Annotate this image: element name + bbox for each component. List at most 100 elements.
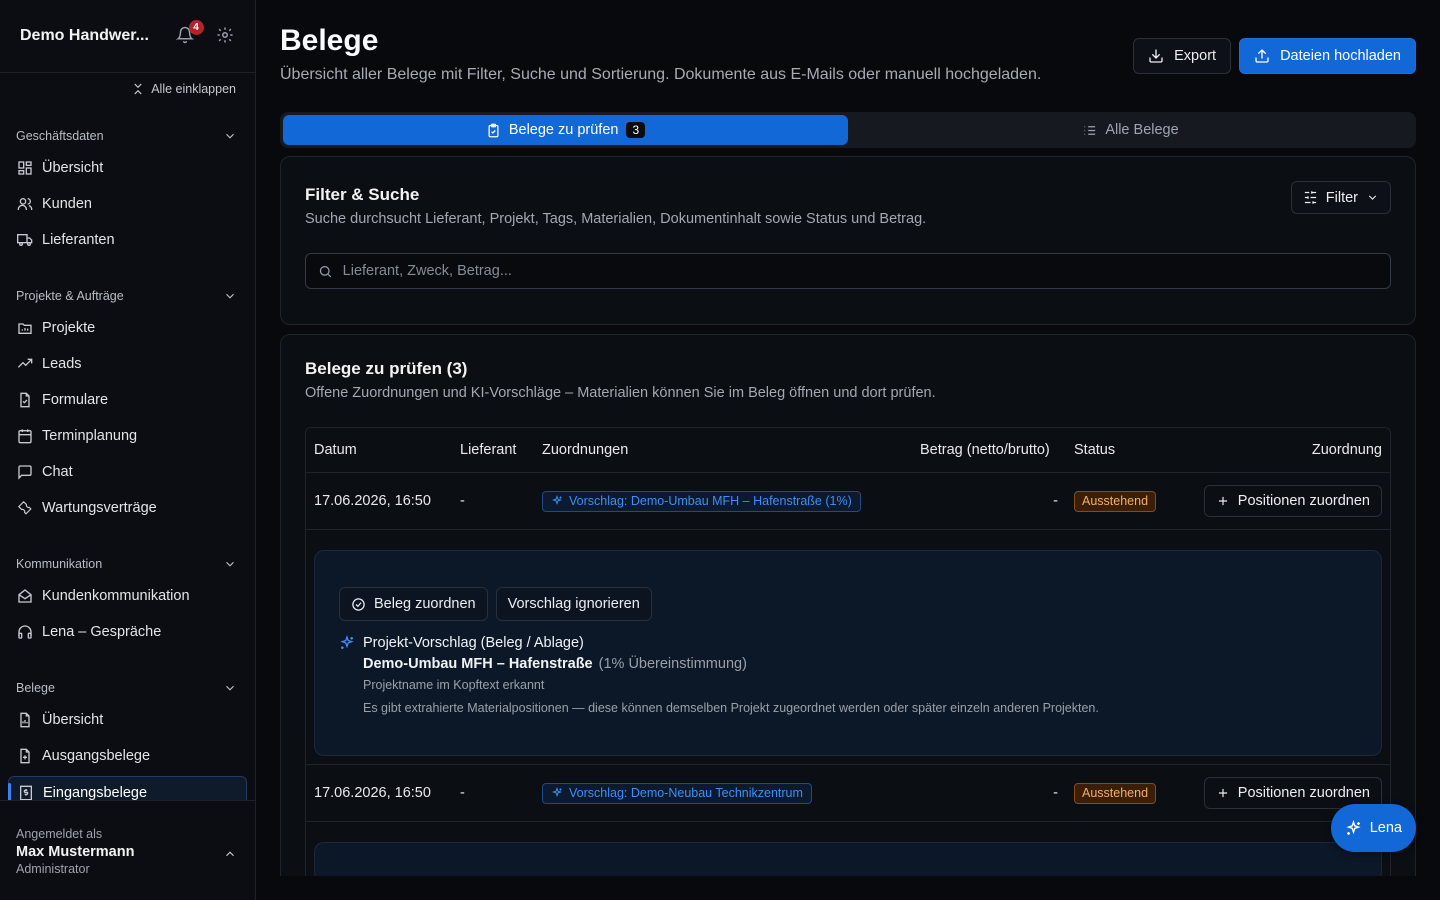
search-field[interactable] xyxy=(305,253,1391,289)
column-header-lieferant[interactable]: Lieferant xyxy=(460,428,516,472)
suggestion-panel-wrap: Beleg zuordnen Vorschlag ignorieren Proj… xyxy=(306,530,1390,765)
company-name[interactable]: Demo Handwer... xyxy=(20,27,156,45)
main-content: Belege Übersicht aller Belege mit Filter… xyxy=(256,0,1440,876)
mail-open-icon xyxy=(18,589,32,603)
row-amount: - xyxy=(1053,785,1058,801)
user-menu[interactable]: Angemeldet als Max Mustermann Administra… xyxy=(0,800,255,900)
upload-button[interactable]: Dateien hochladen xyxy=(1239,38,1416,74)
sidebar-item-projekte[interactable]: Projekte xyxy=(8,312,247,344)
assign-positions-label: Positionen zuordnen xyxy=(1237,493,1370,509)
review-table: Datum Lieferant Zuordnungen Betrag (nett… xyxy=(305,427,1391,876)
suggestion-text: Vorschlag: Demo-Umbau MFH – Hafenstraße … xyxy=(569,494,852,508)
trending-up-icon xyxy=(17,358,33,368)
suggestion-chip[interactable]: Vorschlag: Demo-Umbau MFH – Hafenstraße … xyxy=(542,490,861,512)
chevron-down-icon xyxy=(226,293,234,299)
section-projekte[interactable]: Projekte & Aufträge xyxy=(16,286,237,306)
calendar-icon xyxy=(18,429,32,444)
user-role: Administrator xyxy=(16,862,90,876)
section-belege[interactable]: Belege xyxy=(16,678,237,698)
sidebar-item-label: Eingangsbelege xyxy=(43,785,148,801)
file-plus-icon xyxy=(20,748,30,764)
users-icon xyxy=(17,198,33,210)
row-supplier: - xyxy=(460,493,465,509)
dashboard-icon xyxy=(18,161,32,175)
sidebar-item-terminplanung[interactable]: Terminplanung xyxy=(8,420,247,452)
logged-in-label: Angemeldet als xyxy=(16,827,103,841)
sidebar-header: Demo Handwer... 4 xyxy=(0,0,255,73)
suggestion-reason: Projektname im Kopftext erkannt xyxy=(363,678,545,692)
tab-belege-zu-pruefen[interactable]: Belege zu prüfen 3 xyxy=(283,115,848,145)
chevron-down-icon xyxy=(226,133,234,139)
sidebar-item-leads[interactable]: Leads xyxy=(8,348,247,380)
export-button[interactable]: Export xyxy=(1133,38,1232,74)
sidebar-item-ausgangsbelege[interactable]: Ausgangsbelege xyxy=(8,740,247,772)
sidebar-item-belege-uebersicht[interactable]: Übersicht xyxy=(8,704,247,736)
folder-icon xyxy=(18,323,32,334)
sidebar-item-label: Übersicht xyxy=(42,160,104,176)
suggestion-panel-wrap xyxy=(306,822,1390,876)
sidebar-item-label: Kundenkommunikation xyxy=(42,588,190,604)
sidebar-item-formulare[interactable]: Formulare xyxy=(8,384,247,416)
sidebar-item-wartungsvertraege[interactable]: Wartungsverträge xyxy=(8,492,247,524)
sidebar-item-label: Lena – Gespräche xyxy=(42,624,162,640)
file-chart-icon xyxy=(20,712,30,728)
lena-assistant-button[interactable]: Lena xyxy=(1330,804,1416,852)
user-name: Max Mustermann xyxy=(16,844,135,860)
sidebar: Demo Handwer... 4 Alle einklappen Geschä… xyxy=(0,0,256,900)
chevron-down-icon xyxy=(1368,195,1377,200)
suggestion-chip[interactable]: Vorschlag: Demo-Neubau Technikzentrum xyxy=(542,782,812,804)
receipt-icon xyxy=(20,785,32,801)
plus-icon xyxy=(1218,788,1227,798)
column-header-betrag[interactable]: Betrag (netto/brutto) xyxy=(920,428,1050,472)
sidebar-item-kunden[interactable]: Kunden xyxy=(8,188,247,220)
match-percentage: (1% Übereinstimmung) xyxy=(598,656,747,672)
row-date: 17.06.2026, 16:50 xyxy=(314,493,431,509)
sparkles-icon xyxy=(340,635,354,649)
lena-label: Lena xyxy=(1369,820,1402,836)
review-description: Offene Zuordnungen und KI-Vorschläge – M… xyxy=(305,385,936,401)
column-header-status[interactable]: Status xyxy=(1074,428,1115,472)
section-geschaeftsdaten[interactable]: Geschäftsdaten xyxy=(16,126,237,146)
section-kommunikation[interactable]: Kommunikation xyxy=(16,554,237,574)
list-icon xyxy=(1084,125,1096,135)
notification-badge: 4 xyxy=(188,20,204,35)
tab-label: Alle Belege xyxy=(1105,122,1179,138)
sidebar-item-label: Leads xyxy=(42,356,82,372)
sidebar-item-label: Lieferanten xyxy=(42,232,115,248)
page-title: Belege xyxy=(280,24,379,57)
suggestion-panel xyxy=(314,842,1382,876)
sidebar-item-kundenkommunikation[interactable]: Kundenkommunikation xyxy=(8,580,247,612)
wrench-icon xyxy=(17,500,32,515)
sidebar-item-lena-gespraeche[interactable]: Lena – Gespräche xyxy=(8,616,247,648)
sidebar-item-uebersicht[interactable]: Übersicht xyxy=(8,152,247,184)
ignore-suggestion-button[interactable]: Vorschlag ignorieren xyxy=(495,587,652,621)
sidebar-item-label: Ausgangsbelege xyxy=(42,748,151,764)
suggestion-panel: Beleg zuordnen Vorschlag ignorieren Proj… xyxy=(314,550,1382,756)
table-header: Datum Lieferant Zuordnungen Betrag (nett… xyxy=(306,428,1390,473)
assign-receipt-button[interactable]: Beleg zuordnen xyxy=(339,587,488,621)
file-check-icon xyxy=(20,392,30,408)
tab-alle-belege[interactable]: Alle Belege xyxy=(848,115,1413,145)
sidebar-item-label: Projekte xyxy=(42,320,96,336)
search-input[interactable] xyxy=(342,263,1390,279)
column-header-datum[interactable]: Datum xyxy=(314,428,357,472)
clipboard-check-icon xyxy=(488,123,499,137)
sidebar-item-chat[interactable]: Chat xyxy=(8,456,247,488)
column-header-zuordnungen[interactable]: Zuordnungen xyxy=(542,428,628,472)
suggestion-text: Vorschlag: Demo-Neubau Technikzentrum xyxy=(569,786,803,800)
sidebar-item-lieferanten[interactable]: Lieferanten xyxy=(8,224,247,256)
gear-icon[interactable] xyxy=(216,26,235,46)
assign-receipt-label: Beleg zuordnen xyxy=(374,596,476,612)
table-row[interactable]: 17.06.2026, 16:50 - Vorschlag: Demo-Umba… xyxy=(306,473,1390,530)
sidebar-item-label: Kunden xyxy=(42,196,92,212)
collapse-all-button[interactable]: Alle einklappen xyxy=(131,82,236,96)
assign-positions-button[interactable]: Positionen zuordnen xyxy=(1203,485,1382,517)
bell-icon[interactable]: 4 xyxy=(176,20,204,46)
row-date: 17.06.2026, 16:50 xyxy=(314,785,431,801)
tab-label: Belege zu prüfen xyxy=(508,122,619,138)
filter-button[interactable]: Filter xyxy=(1290,181,1391,214)
table-row[interactable]: 17.06.2026, 16:50 - Vorschlag: Demo-Neub… xyxy=(306,765,1390,822)
sidebar-item-label: Übersicht xyxy=(42,712,104,728)
status-badge: Ausstehend xyxy=(1074,490,1157,512)
ignore-suggestion-label: Vorschlag ignorieren xyxy=(507,596,640,612)
